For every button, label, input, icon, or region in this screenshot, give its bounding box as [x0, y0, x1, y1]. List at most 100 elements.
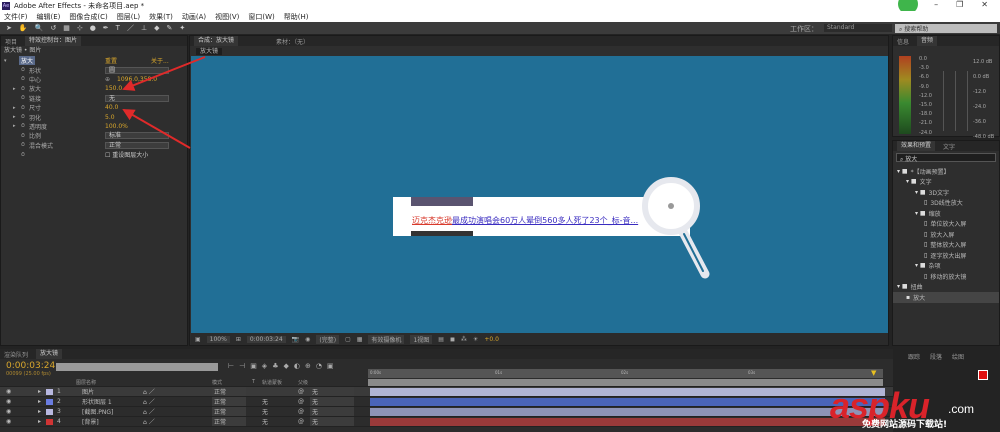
layer-duration-bar[interactable] [370, 417, 885, 426]
tree-item[interactable]: ▯ 单位放大入屏 [893, 219, 999, 230]
mode-dropdown[interactable]: 正常 [212, 407, 246, 416]
layer-name[interactable]: [背景] [82, 417, 99, 426]
zoom-dropdown[interactable]: 100% [206, 335, 230, 343]
time-ruler[interactable]: 0:00s 01s 02s 03s ▼ [368, 369, 883, 378]
tree-item[interactable]: ▾ ■ 扭曲 [893, 282, 999, 293]
fast-preview-icon[interactable]: ◼ [450, 336, 455, 343]
tab-audio[interactable]: 音频 [917, 36, 938, 46]
eye-icon[interactable]: ◉ [6, 408, 11, 415]
pickwhip-icon[interactable]: @ [298, 398, 304, 405]
close-button[interactable]: ✕ [981, 0, 988, 9]
timeline-switches[interactable]: ⊢⊣▣◈♣◆◐⊕◔▣ [228, 362, 339, 370]
mode-dropdown[interactable]: 正常 [212, 397, 246, 406]
transparency-grid-icon[interactable]: ▦ [357, 336, 363, 343]
tree-item[interactable]: ▪ 放大 [893, 292, 999, 303]
tab-paragraph[interactable]: 段落 [930, 352, 942, 362]
safe-zones-icon[interactable]: ⊞ [236, 336, 241, 343]
label-color[interactable] [46, 398, 53, 405]
layer-name[interactable]: [截图.PNG] [82, 407, 113, 416]
twirl-icon[interactable]: ▸ [38, 388, 41, 395]
tree-item[interactable]: ▯ 3D线性放大 [893, 198, 999, 209]
layer-duration-bar[interactable] [370, 387, 885, 396]
tree-item[interactable]: ▯ 放大入屏 [893, 229, 999, 240]
tree-item[interactable]: ▾ ■ 缩放 [893, 208, 999, 219]
tab-effects-presets[interactable]: 效果和预置 [897, 141, 936, 151]
tab-character[interactable]: 文字 [943, 142, 955, 151]
flowchart-icon[interactable]: ⁂ [461, 336, 467, 343]
layer-duration-bar[interactable] [370, 397, 885, 406]
always-preview-icon[interactable]: ▣ [195, 336, 201, 343]
foreground-color-swatch[interactable] [978, 370, 988, 380]
tab-info[interactable]: 信息 [897, 37, 909, 46]
layer-switches[interactable]: ⌂ ／ [143, 407, 155, 416]
work-area-bar[interactable] [368, 379, 883, 386]
tab-paint[interactable]: 绘图 [952, 352, 964, 362]
layer-name[interactable]: 形状图层 1 [82, 397, 112, 406]
tab-tracker[interactable]: 跟踪 [908, 352, 920, 362]
playhead[interactable]: ▼ [871, 369, 876, 377]
tree-item[interactable]: ▾ ■ 杂项 [893, 261, 999, 272]
layer-switches[interactable]: ⌂ ／ [143, 387, 155, 396]
layer-switches[interactable]: ⌂ ／ [143, 417, 155, 426]
audio-slider[interactable] [943, 71, 944, 131]
trkmat-dropdown[interactable]: 无 [262, 397, 268, 406]
tab-render-queue[interactable]: 渲染队列 [4, 350, 28, 359]
tab-timeline-comp[interactable]: 放大镜 [36, 349, 63, 359]
maximize-button[interactable]: ❐ [956, 0, 963, 9]
layer-row[interactable]: ◉ ▸ 2 形状图层 1 ⌂ ／ 正常 无 @ 无 [0, 397, 893, 407]
tree-item[interactable]: ▯ 移动的放大镜 [893, 271, 999, 282]
region-icon[interactable]: ▢ [345, 336, 351, 343]
views-dropdown[interactable]: 1视图 [410, 334, 433, 344]
eye-icon[interactable]: ◉ [6, 418, 11, 425]
twirl-icon[interactable]: ▸ [38, 398, 41, 405]
camera-dropdown[interactable]: 有效摄像机 [368, 334, 405, 344]
pickwhip-icon[interactable]: @ [298, 418, 304, 425]
help-search-input[interactable]: ⌕ 搜索帮助 [895, 24, 997, 33]
parent-dropdown[interactable]: 无 [310, 397, 354, 406]
pickwhip-icon[interactable]: @ [298, 408, 304, 415]
effects-search-input[interactable]: ⌕ 放大 [896, 153, 996, 163]
label-color[interactable] [46, 388, 53, 395]
mode-dropdown[interactable]: 正常 [212, 387, 246, 396]
audio-slider[interactable] [955, 71, 956, 131]
eye-icon[interactable]: ◉ [6, 398, 11, 405]
tree-item[interactable]: ▯ 逐字放大出屏 [893, 250, 999, 261]
parent-dropdown[interactable]: 无 [310, 407, 354, 416]
label-color[interactable] [46, 408, 53, 415]
color-channel-icon[interactable]: ◉ [305, 336, 310, 343]
resolution-dropdown[interactable]: (完整) [316, 334, 340, 344]
exposure-value[interactable]: +0.0 [484, 336, 499, 343]
layer-name[interactable]: 图片 [82, 387, 94, 396]
label-color[interactable] [46, 418, 53, 425]
layer-row[interactable]: ◉ ▸ 3 [截图.PNG] ⌂ ／ 正常 无 @ 无 [0, 407, 893, 417]
menu-help[interactable]: 帮助(H) [284, 12, 309, 22]
eye-icon[interactable]: ◉ [6, 388, 11, 395]
composition-canvas[interactable]: 迈克杰克逊最成功演唱会60万人晕倒560多人死了23个_标-音... [191, 56, 888, 333]
workspace-dropdown[interactable]: Standard [824, 24, 892, 32]
twirl-icon[interactable]: ▸ [38, 408, 41, 415]
parent-dropdown[interactable]: 无 [310, 417, 354, 426]
exposure-icon[interactable]: ☀ [473, 336, 478, 343]
layer-switches[interactable]: ⌂ ／ [143, 397, 155, 406]
layer-row[interactable]: ◉ ▸ 4 [背景] ⌂ ／ 正常 无 @ 无 [0, 417, 893, 427]
tree-item[interactable]: ▯ 整体放大入屏 [893, 240, 999, 251]
minimize-button[interactable]: – [934, 0, 938, 9]
mode-dropdown[interactable]: 正常 [212, 417, 246, 426]
tree-item[interactable]: ▾ ■ 3D文字 [893, 187, 999, 198]
twirl-icon[interactable]: ▸ [38, 418, 41, 425]
tree-item[interactable]: ▾ ■ 文字 [893, 177, 999, 188]
trkmat-dropdown[interactable]: 无 [262, 407, 268, 416]
toggle-pixel-icon[interactable]: ▤ [438, 336, 444, 343]
tree-item[interactable]: ▾ ■ *【动画预置】 [893, 166, 999, 177]
tab-footage[interactable]: 素材：（无） [276, 37, 309, 46]
snapshot-icon[interactable]: 📷 [292, 336, 299, 343]
layer-duration-bar[interactable] [370, 407, 885, 416]
layer-row[interactable]: ◉ ▸ 1 图片 ⌂ ／ 正常 @ 无 [0, 387, 893, 397]
layer-search-input[interactable] [56, 363, 218, 371]
pickwhip-icon[interactable]: @ [298, 388, 304, 395]
timecode[interactable]: 0:00:03:24 [246, 335, 286, 343]
trkmat-dropdown[interactable]: 无 [262, 417, 268, 426]
parent-dropdown[interactable]: 无 [310, 387, 354, 396]
audio-slider[interactable] [967, 71, 968, 131]
timeline-timecode[interactable]: 0:00:03:24 [6, 361, 55, 371]
